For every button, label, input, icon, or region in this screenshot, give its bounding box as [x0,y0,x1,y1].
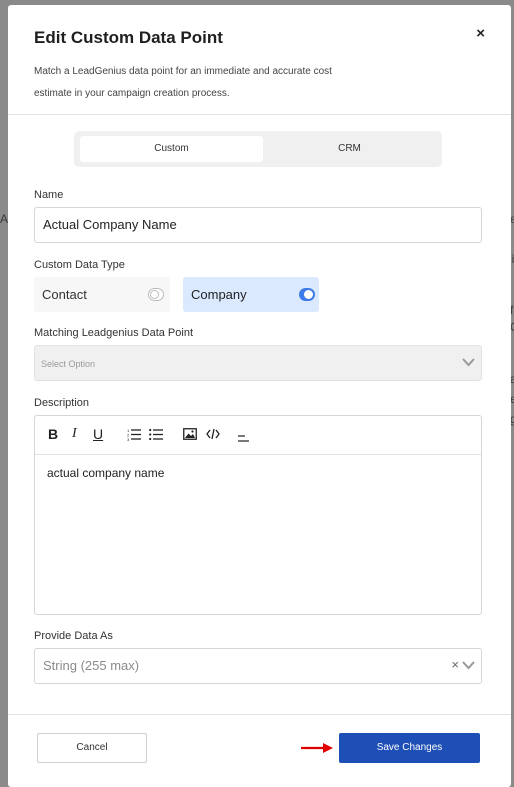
toggle-off-icon[interactable] [148,288,164,301]
clear-icon[interactable]: × [451,657,459,672]
save-changes-button[interactable]: Save Changes [339,733,480,763]
tab-custom[interactable]: Custom [80,136,263,162]
align-icon[interactable] [238,430,249,442]
description-editor[interactable]: B I U 1 2 3 actual company name [34,415,482,615]
tab-crm[interactable]: CRM [263,136,436,162]
svg-text:3: 3 [127,437,130,441]
background-text-left: A [0,212,9,226]
matching-data-point-select[interactable]: Select Option [34,345,482,381]
select-value: String (255 max) [43,658,140,673]
image-icon[interactable] [183,428,197,440]
type-tabs: Custom CRM [74,131,442,167]
close-icon[interactable]: × [476,25,485,42]
provide-data-as-label: Provide Data As [34,630,113,642]
edit-data-point-modal: Edit Custom Data Point × Match a LeadGen… [8,5,511,787]
code-icon[interactable] [206,428,220,440]
name-label: Name [34,189,64,201]
modal-subtitle: Match a LeadGenius data point for an imm… [34,66,332,99]
cancel-button[interactable]: Cancel [37,733,147,763]
red-arrow-icon [301,743,333,753]
underline-icon[interactable]: U [93,426,103,442]
footer-divider [8,714,511,715]
chevron-down-icon[interactable] [462,661,475,670]
provide-data-as-select[interactable]: String (255 max) × [34,648,482,684]
type-option-company[interactable]: Company [183,277,319,312]
italic-icon[interactable]: I [72,426,77,442]
name-input[interactable]: Actual Company Name [34,207,482,243]
bold-icon[interactable]: B [48,426,58,442]
type-option-contact[interactable]: Contact [34,277,170,312]
custom-data-type-label: Custom Data Type [34,259,125,271]
description-text[interactable]: actual company name [47,466,164,480]
toggle-on-icon[interactable] [299,288,315,301]
ordered-list-icon[interactable]: 1 2 3 [127,428,141,441]
header-divider [8,114,511,115]
type-option-label: Company [191,287,247,302]
bullet-list-icon[interactable] [149,428,163,441]
select-placeholder: Select Option [41,359,96,369]
type-option-label: Contact [42,287,87,302]
description-label: Description [34,397,90,409]
matching-data-point-label: Matching Leadgenius Data Point [34,327,193,339]
editor-toolbar: B I U 1 2 3 [35,416,481,455]
modal-title: Edit Custom Data Point [34,28,223,47]
chevron-down-icon [462,358,475,367]
